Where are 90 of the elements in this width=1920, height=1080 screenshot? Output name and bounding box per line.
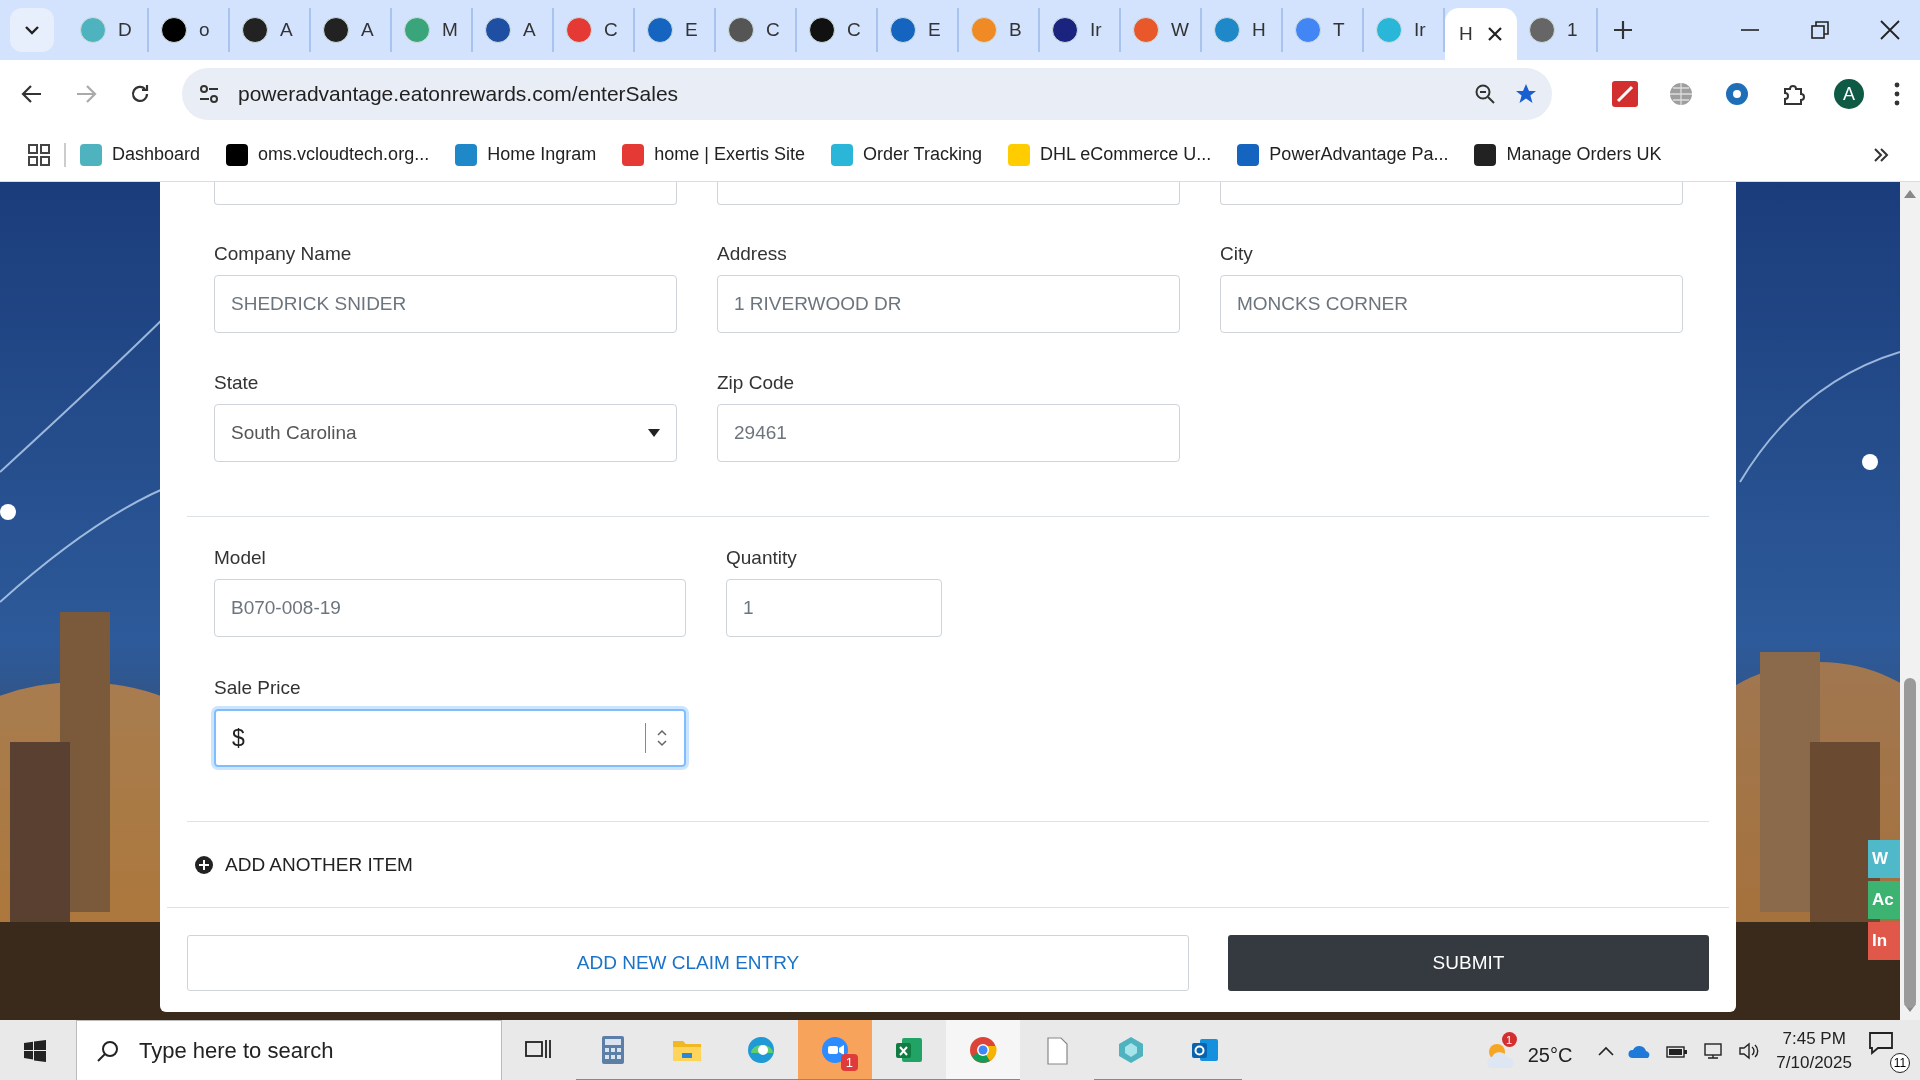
bookmark-item[interactable]: DHL eCommerce U... xyxy=(1008,143,1212,166)
browser-tab[interactable]: C xyxy=(554,8,635,52)
battery-icon[interactable] xyxy=(1666,1043,1689,1059)
field-label: Address xyxy=(717,243,788,265)
zoom-icon[interactable] xyxy=(1474,83,1496,105)
browser-tab[interactable]: A xyxy=(311,8,392,52)
browser-tab[interactable]: H xyxy=(1445,8,1517,60)
side-tab[interactable]: In xyxy=(1868,922,1900,960)
state-dropdown[interactable]: South Carolina xyxy=(214,404,677,462)
message-icon xyxy=(1868,1031,1894,1055)
browser-tab[interactable]: H xyxy=(1202,8,1283,52)
bookmark-item[interactable]: Dashboard xyxy=(80,143,201,166)
browser-tab[interactable]: D xyxy=(68,8,149,52)
browser-tab[interactable]: C xyxy=(797,8,878,52)
site-settings-icon[interactable] xyxy=(198,83,220,105)
field-label: Sale Price xyxy=(214,677,302,699)
bookmark-item[interactable]: PowerAdvantage Pa... xyxy=(1237,143,1449,166)
browser-tab[interactable]: Ir xyxy=(1040,8,1121,52)
more-bookmarks-icon[interactable] xyxy=(1872,145,1890,164)
browser-tab[interactable]: A xyxy=(473,8,554,52)
menu-icon[interactable] xyxy=(1894,82,1900,106)
scroll-up-icon[interactable] xyxy=(1904,190,1916,198)
notification-badge: 1 xyxy=(1501,1032,1517,1047)
weather-widget[interactable]: 1 25°C xyxy=(1483,1032,1573,1070)
browser-tab[interactable]: C xyxy=(716,8,797,52)
close-icon[interactable] xyxy=(1880,20,1900,40)
input-field[interactable]: 1 xyxy=(726,579,942,637)
taskbar-clock[interactable]: 7:45 PM 7/10/2025 xyxy=(1776,1027,1852,1075)
input-field[interactable]: SHEDRICK SNIDER xyxy=(214,275,677,333)
chevron-up-icon[interactable] xyxy=(1598,1046,1615,1056)
field-label: Quantity xyxy=(726,547,798,569)
taskbar-search-box[interactable]: Type here to search xyxy=(76,1020,502,1080)
plus-circle-icon xyxy=(195,855,213,874)
submit-button[interactable]: SUBMIT xyxy=(1228,935,1709,991)
field-label: Company Name xyxy=(214,243,353,265)
add-claim-button[interactable]: ADD NEW CLAIM ENTRY xyxy=(187,935,1189,991)
caret-icon xyxy=(648,429,660,437)
bookmark-item[interactable]: Manage Orders UK xyxy=(1474,143,1662,166)
field-label: Model xyxy=(214,547,267,569)
input-field[interactable]: MONCKS CORNER xyxy=(1220,275,1683,333)
browser-tab[interactable]: M xyxy=(392,8,473,52)
input-field[interactable] xyxy=(717,182,1180,205)
apps-grid-icon[interactable] xyxy=(28,143,50,166)
browser-tab[interactable]: A xyxy=(230,8,311,52)
search-icon xyxy=(97,1040,119,1062)
browser-tab[interactable]: E xyxy=(635,8,716,52)
network-icon[interactable] xyxy=(1702,1042,1725,1060)
profile-avatar[interactable]: A xyxy=(1834,79,1864,109)
price-field[interactable]: $ xyxy=(214,709,686,767)
chrome-browser-icon xyxy=(968,1034,998,1065)
scrollbar-thumb[interactable] xyxy=(1904,678,1916,1008)
add-item-link[interactable]: ADD ANOTHER ITEM xyxy=(195,853,413,876)
bookmark-item[interactable]: home | Exertis Site xyxy=(622,143,805,166)
input-field[interactable]: B070-008-19 xyxy=(214,579,686,637)
windows-start-icon[interactable] xyxy=(24,1040,46,1062)
field-label: Zip Code xyxy=(717,372,796,394)
browser-tab[interactable]: B xyxy=(959,8,1040,52)
edge-browser-icon xyxy=(746,1034,776,1065)
taskbar-button[interactable]: 1 xyxy=(798,1020,872,1080)
input-field[interactable]: 1 RIVERWOOD DR xyxy=(717,275,1180,333)
bookmark-item[interactable]: oms.vcloudtech.org... xyxy=(226,143,430,166)
notification-count: 11 xyxy=(1890,1053,1910,1073)
browser-tab[interactable]: T xyxy=(1283,8,1364,52)
new-tab-icon[interactable] xyxy=(1612,19,1634,41)
bookmark-item[interactable]: Order Tracking xyxy=(830,143,982,166)
extension-icon[interactable] xyxy=(1724,81,1750,107)
browser-tab[interactable]: W xyxy=(1121,8,1202,52)
field-label: State xyxy=(214,372,260,394)
volume-icon[interactable] xyxy=(1738,1042,1761,1060)
bookmark-item[interactable]: Home Ingram xyxy=(455,143,597,166)
url-text: poweradvantage.eatonrewards.com/enterSales xyxy=(238,82,680,106)
hexagon-app-icon xyxy=(1116,1034,1146,1065)
input-field[interactable] xyxy=(214,182,677,205)
browser-tab[interactable]: 1 xyxy=(1517,8,1598,52)
browser-tab[interactable]: o xyxy=(149,8,230,52)
browser-tab[interactable]: E xyxy=(878,8,959,52)
currency-symbol: $ xyxy=(232,724,246,752)
pdf-extension-icon[interactable] xyxy=(1612,81,1638,107)
search-field[interactable]: Type here to search xyxy=(137,1037,481,1065)
address-bar[interactable]: poweradvantage.eatonrewards.com/enterSales xyxy=(182,68,1552,120)
field-label: City xyxy=(1220,243,1254,265)
restore-icon[interactable] xyxy=(1810,20,1830,40)
input-field[interactable]: 29461 xyxy=(717,404,1180,462)
temperature-text: 25°C xyxy=(1527,1043,1573,1067)
close-icon[interactable] xyxy=(1487,26,1503,42)
notification-center-button[interactable]: 11 xyxy=(1868,1031,1908,1071)
input-field[interactable] xyxy=(1220,182,1683,205)
globe-icon[interactable] xyxy=(1668,81,1694,107)
scrollbar[interactable] xyxy=(1900,182,1920,1020)
notification-badge: 1 xyxy=(840,1054,858,1071)
